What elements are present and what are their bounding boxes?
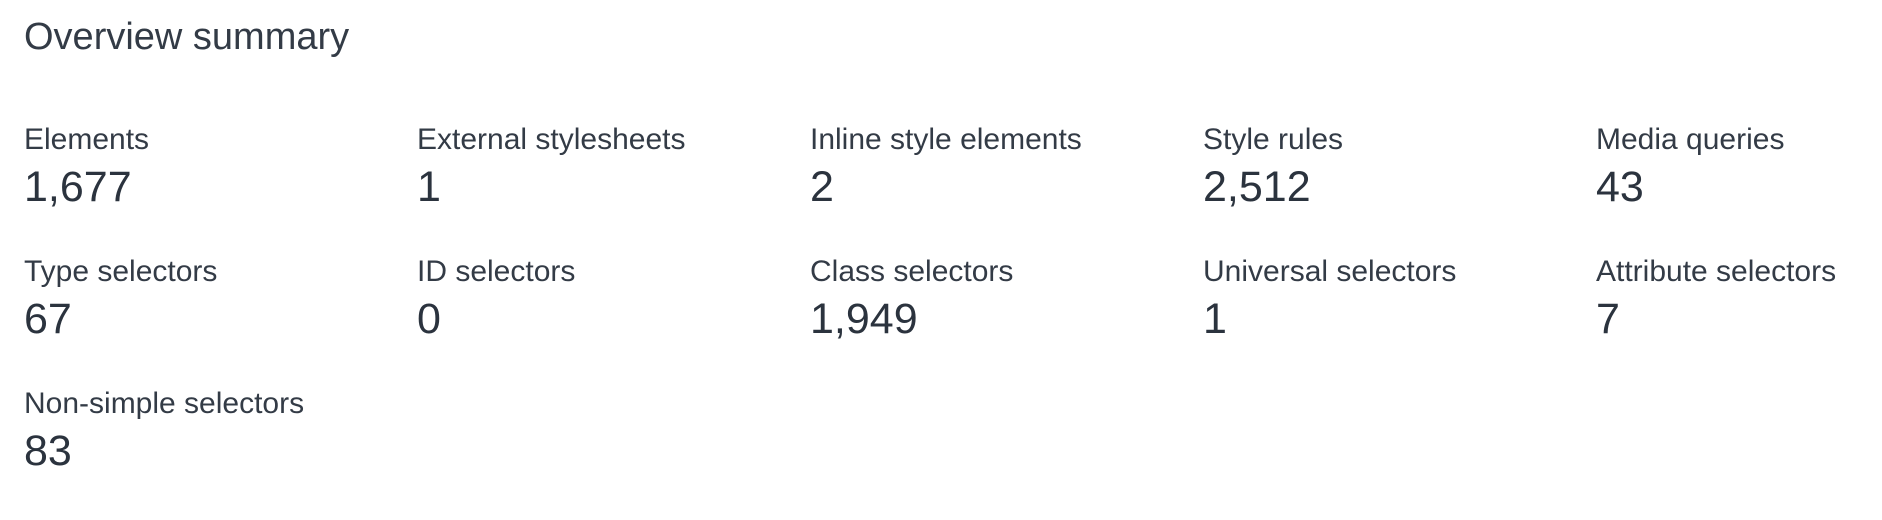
metric-value: 7	[1596, 295, 1620, 343]
metric-value: 2,512	[1203, 163, 1311, 211]
metric-id-selectors: ID selectors 0	[417, 254, 810, 386]
metric-value: 1,677	[24, 163, 132, 211]
metric-elements: Elements 1,677	[24, 122, 417, 254]
metric-style-rules: Style rules 2,512	[1203, 122, 1596, 254]
metric-label: Class selectors	[810, 255, 1014, 288]
metric-value: 0	[417, 295, 441, 343]
metric-inline-style-elements: Inline style elements 2	[810, 122, 1203, 254]
metric-label: Universal selectors	[1203, 255, 1457, 288]
metrics-grid: Elements 1,677 External stylesheets 1 In…	[24, 122, 1882, 518]
metric-label: Non-simple selectors	[24, 387, 305, 420]
metric-value: 43	[1596, 163, 1644, 211]
metric-class-selectors: Class selectors 1,949	[810, 254, 1203, 386]
overview-title: Overview summary	[24, 16, 350, 58]
metric-label: Media queries	[1596, 123, 1785, 156]
metric-value: 2	[810, 163, 834, 211]
metric-attribute-selectors: Attribute selectors 7	[1596, 254, 1882, 386]
metric-non-simple-selectors: Non-simple selectors 83	[24, 386, 417, 518]
overview-summary-panel: Overview summary Elements 1,677 External…	[0, 0, 1882, 520]
metric-universal-selectors: Universal selectors 1	[1203, 254, 1596, 386]
metric-value: 83	[24, 427, 72, 475]
metric-value: 1	[1203, 295, 1227, 343]
metric-label: ID selectors	[417, 255, 576, 288]
metric-external-stylesheets: External stylesheets 1	[417, 122, 810, 254]
metric-label: External stylesheets	[417, 123, 686, 156]
metric-label: Elements	[24, 123, 150, 156]
metric-media-queries: Media queries 43	[1596, 122, 1882, 254]
metric-type-selectors: Type selectors 67	[24, 254, 417, 386]
metric-label: Style rules	[1203, 123, 1344, 156]
metric-value: 1	[417, 163, 441, 211]
metric-label: Inline style elements	[810, 123, 1082, 156]
metric-value: 1,949	[810, 295, 918, 343]
metric-value: 67	[24, 295, 72, 343]
metric-label: Type selectors	[24, 255, 218, 288]
metric-label: Attribute selectors	[1596, 255, 1837, 288]
